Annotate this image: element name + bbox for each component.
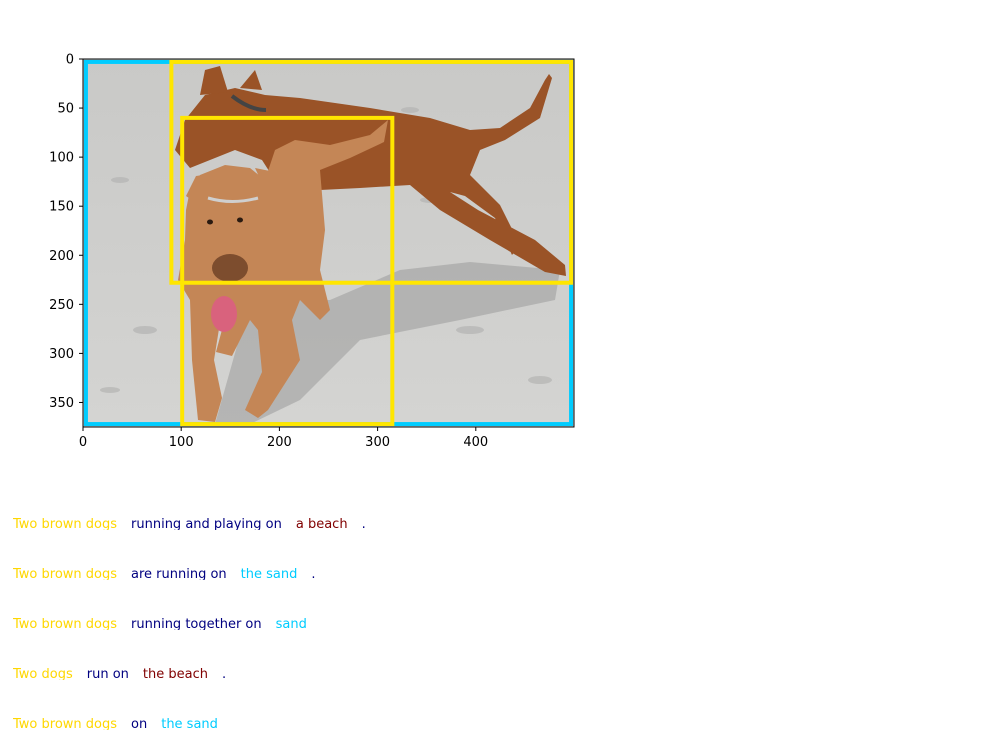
y-tick-label: 250	[49, 298, 74, 313]
x-tick-label: 200	[267, 435, 292, 450]
y-tick-label: 200	[49, 249, 74, 264]
caption-line: Two dogs run on the beach.	[13, 667, 226, 680]
y-tick-label: 100	[49, 151, 74, 166]
annotated-figure: 0 100 200 300 400 0 50 100 150 200 250 300 350	[49, 53, 575, 450]
caption-phrase: the beach	[142, 667, 208, 680]
caption-phrase: on	[131, 717, 148, 730]
caption-phrase: .	[361, 517, 366, 530]
beach-dogs-photo	[83, 59, 574, 427]
caption-phrase: Two brown dogs	[13, 617, 118, 630]
caption-phrase: .	[311, 567, 316, 580]
caption-phrase: Two dogs	[13, 667, 73, 680]
y-tick-label: 0	[66, 53, 74, 68]
caption-phrase: .	[221, 667, 227, 680]
caption-line: Two brown dogs running together on sand	[13, 617, 307, 630]
y-tick-label: 300	[49, 347, 74, 362]
caption-phrase: Two brown dogs	[13, 567, 118, 580]
caption-phrase: the sand	[240, 567, 298, 580]
y-axis-ticks: 0 50 100 150 200 250 300 350	[49, 53, 83, 411]
y-tick-label: 50	[57, 102, 74, 117]
x-tick-label: 0	[79, 435, 87, 450]
caption-phrase: are running on	[131, 567, 227, 580]
caption-phrase: the sand	[161, 717, 218, 730]
x-tick-label: 100	[169, 435, 194, 450]
caption-phrase: Two brown dogs	[13, 717, 118, 730]
y-tick-label: 150	[49, 200, 74, 215]
x-tick-label: 400	[463, 435, 488, 450]
caption-line: Two brown dogs running and playing on a be…	[13, 517, 366, 530]
caption-phrase: running and playing on	[131, 517, 282, 530]
x-axis-ticks: 0 100 200 300 400	[79, 427, 488, 450]
caption-phrase: sand	[275, 617, 307, 630]
caption-line: Two brown dogs on the sand	[13, 717, 218, 730]
caption-phrase: running together on	[131, 617, 262, 630]
x-tick-label: 300	[365, 435, 390, 450]
caption-line: Two brown dogs are running on the sand.	[13, 567, 316, 580]
caption-phrase: a beach	[295, 517, 348, 530]
caption-phrase: run on	[86, 667, 129, 680]
y-tick-label: 350	[49, 396, 74, 411]
caption-phrase: Two brown dogs	[13, 517, 118, 530]
